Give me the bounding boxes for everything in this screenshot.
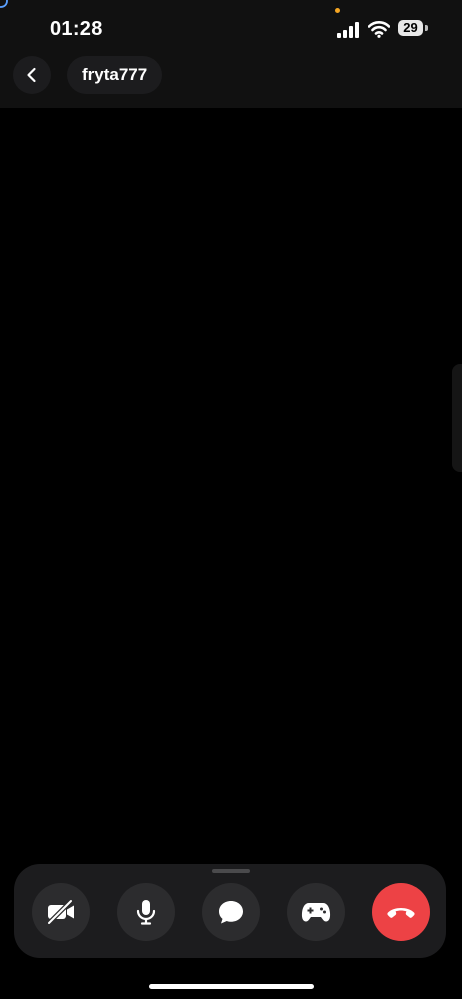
toggle-camera-button[interactable] — [32, 883, 90, 941]
microphone-icon — [136, 900, 156, 925]
microphone-button[interactable] — [117, 883, 175, 941]
battery-icon: 29 — [398, 20, 428, 38]
side-panel-handle[interactable] — [452, 364, 462, 472]
back-button[interactable] — [13, 56, 51, 94]
battery-tip — [425, 25, 428, 31]
video-off-icon — [46, 899, 74, 925]
privacy-indicator-dot — [335, 8, 340, 13]
call-header: fryta777 — [0, 52, 462, 108]
chat-button[interactable] — [202, 883, 260, 941]
video-stage — [0, 108, 462, 860]
drawer-handle[interactable] — [212, 869, 250, 873]
end-call-button[interactable] — [372, 883, 430, 941]
call-controls-panel — [14, 864, 446, 958]
wifi-icon — [368, 21, 390, 38]
corner-glyph-icon — [0, 0, 8, 8]
home-indicator[interactable] — [149, 984, 314, 989]
chevron-left-icon — [27, 67, 36, 83]
status-time: 01:28 — [50, 18, 103, 40]
status-bar: 01:28 29 — [0, 0, 462, 52]
username-pill[interactable]: fryta777 — [67, 56, 163, 94]
cellular-signal-icon — [337, 22, 359, 38]
phone-hangup-icon — [387, 908, 415, 918]
gamepad-icon — [301, 903, 331, 922]
chat-bubble-icon — [219, 901, 243, 924]
battery-level: 29 — [398, 20, 423, 36]
activities-button[interactable] — [287, 883, 345, 941]
username-label: fryta777 — [82, 65, 148, 84]
